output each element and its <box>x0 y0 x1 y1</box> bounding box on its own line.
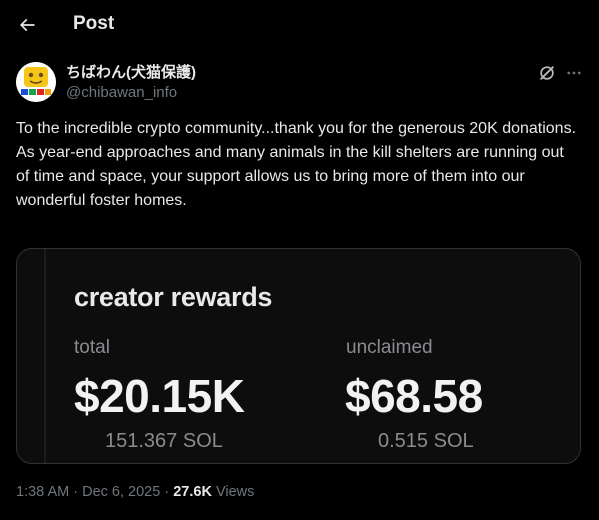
page-title: Post <box>73 13 115 34</box>
back-button[interactable] <box>10 8 44 42</box>
total-label: total <box>74 337 110 358</box>
total-value: $20.15K <box>74 370 245 422</box>
unclaimed-value: $68.58 <box>345 370 483 422</box>
creator-rewards-title: creator rewards <box>74 282 273 312</box>
media-divider <box>44 249 46 463</box>
post-paragraph: To the incredible crypto community...tha… <box>16 120 577 137</box>
post-date[interactable]: Dec 6, 2025 <box>82 484 160 500</box>
post-meta: 1:38 AM · Dec 6, 2025 · 27.6K Views <box>16 483 254 501</box>
back-arrow-icon <box>19 18 35 32</box>
avatar-logo-icon <box>16 62 56 102</box>
post-time[interactable]: 1:38 AM <box>16 484 69 500</box>
meta-separator: · <box>164 484 170 500</box>
total-sol: 151.367 SOL <box>105 430 223 452</box>
unclaimed-label: unclaimed <box>346 337 433 358</box>
unclaimed-sol: 0.515 SOL <box>378 430 474 452</box>
more-icon <box>567 71 581 75</box>
media-card[interactable]: creator rewards total $20.15K 151.367 SO… <box>16 248 581 464</box>
post-text: To the incredible crypto community...tha… <box>16 117 581 213</box>
views-count[interactable]: 27.6K <box>173 484 212 500</box>
grok-icon <box>540 66 554 80</box>
avatar[interactable] <box>16 62 56 102</box>
grok-button[interactable] <box>536 62 558 84</box>
author-display-name[interactable]: ちばわん(犬猫保護) <box>66 64 196 82</box>
post-header: Post <box>0 0 599 48</box>
author-handle[interactable]: @chibawan_info <box>66 84 177 102</box>
post-paragraph: As year-end approaches and many animals … <box>16 144 564 209</box>
more-button[interactable] <box>563 62 585 84</box>
meta-separator: · <box>73 484 79 500</box>
views-label: Views <box>215 484 255 500</box>
